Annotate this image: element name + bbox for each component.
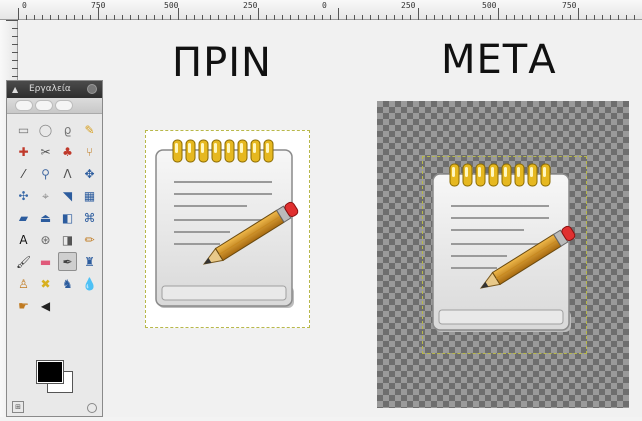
perspective-clone-icon[interactable]: ♞ xyxy=(58,274,77,293)
rotate-icon[interactable]: ◥ xyxy=(58,186,77,205)
ruler-label: 0 xyxy=(22,1,27,10)
after-title: ΜΕΤΑ xyxy=(441,37,557,83)
flip-icon[interactable]: ◧ xyxy=(58,208,77,227)
paths-icon[interactable]: ⑂ xyxy=(80,142,99,161)
toolbox-title: Εργαλεία xyxy=(29,84,71,94)
scale-icon[interactable]: ▦ xyxy=(80,186,99,205)
shear-icon[interactable]: ▰ xyxy=(14,208,33,227)
blur-icon[interactable]: 💧 xyxy=(80,274,99,293)
rect-select-icon[interactable]: ▭ xyxy=(14,120,33,139)
bucket-fill-icon[interactable]: ⊛ xyxy=(36,230,55,249)
color-select-icon[interactable]: ✚ xyxy=(14,142,33,161)
fg-bg-color-selector[interactable] xyxy=(37,361,77,397)
smudge-icon[interactable]: ☛ xyxy=(14,296,33,315)
color-picker-icon[interactable]: ⁄ xyxy=(14,164,33,183)
dodge-burn-icon[interactable]: ◀ xyxy=(36,296,55,315)
foreground-color-swatch[interactable] xyxy=(37,361,63,383)
wilber-eye-icon xyxy=(35,100,53,111)
before-title: ΠΡΙΝ xyxy=(172,40,272,86)
toolbox-header-strip xyxy=(7,98,102,114)
notepad-pencil-icon xyxy=(432,163,578,333)
ruler-label: 750 xyxy=(91,1,106,10)
foreground-select-icon[interactable]: ♣ xyxy=(58,142,77,161)
blend-icon[interactable]: ◨ xyxy=(58,230,77,249)
lasso-icon[interactable]: ϱ xyxy=(58,120,77,139)
close-icon[interactable] xyxy=(87,84,97,94)
wilber-eye-icon xyxy=(55,100,73,111)
airbrush-icon[interactable]: ✒ xyxy=(58,252,77,271)
heal-icon[interactable]: ✖ xyxy=(36,274,55,293)
move-icon[interactable]: ✥ xyxy=(80,164,99,183)
horizontal-ruler[interactable]: 0 750 500 250 0 250 500 750 xyxy=(0,0,642,20)
zoom-icon[interactable]: ⚲ xyxy=(36,164,55,183)
tools-grid: ▭ ◯ ϱ ✎ ✚ ✂ ♣ ⑂ ⁄ ⚲ Ʌ ✥ ✣ ⌖ ◥ ▦ ▰ ⏏ ◧ ⌘ A ⊛ ◨ ✏ 🖌 ▬ ✒ ♜ ♙ ✖ ♞ 💧 ☛ ◀ xyxy=(7,114,102,315)
notepad-pencil-icon xyxy=(155,139,301,309)
ruler-label: 500 xyxy=(482,1,497,10)
paintbrush-icon[interactable]: 🖌 xyxy=(14,252,33,271)
ink-icon[interactable]: ♜ xyxy=(80,252,99,271)
text-icon[interactable]: A xyxy=(14,230,33,249)
clone-icon[interactable]: ♙ xyxy=(14,274,33,293)
ruler-label: 500 xyxy=(164,1,179,10)
toolbox-titlebar[interactable]: ▲ Εργαλεία xyxy=(7,81,102,98)
cage-icon[interactable]: ⌘ xyxy=(80,208,99,227)
wilber-eye-icon xyxy=(15,100,33,111)
perspective-icon[interactable]: ⏏ xyxy=(36,208,55,227)
ruler-label: 250 xyxy=(243,1,258,10)
measure-icon[interactable]: Ʌ xyxy=(58,164,77,183)
panel-menu-icon[interactable]: ▲ xyxy=(12,85,21,94)
fuzzy-select-icon[interactable]: ✎ xyxy=(80,120,99,139)
reset-colors-icon[interactable]: ⊞ xyxy=(12,401,24,413)
toolbox-panel[interactable]: ▲ Εργαλεία ▭ ◯ ϱ ✎ ✚ ✂ ♣ ⑂ ⁄ ⚲ Ʌ ✥ ✣ ⌖ ◥ ▦ ▰ ⏏ ◧ ⌘ A ⊛ ◨ ✏ 🖌 ▬ ✒ ♜ ♙… xyxy=(6,80,103,417)
ruler-label: 250 xyxy=(401,1,416,10)
swap-colors-icon[interactable] xyxy=(87,403,97,413)
align-icon[interactable]: ✣ xyxy=(14,186,33,205)
ruler-label: 0 xyxy=(322,1,327,10)
eraser-icon[interactable]: ▬ xyxy=(36,252,55,271)
ellipse-select-icon[interactable]: ◯ xyxy=(36,120,55,139)
ruler-label: 750 xyxy=(562,1,577,10)
pencil-icon[interactable]: ✏ xyxy=(80,230,99,249)
crop-icon[interactable]: ⌖ xyxy=(36,186,55,205)
scissors-icon[interactable]: ✂ xyxy=(36,142,55,161)
